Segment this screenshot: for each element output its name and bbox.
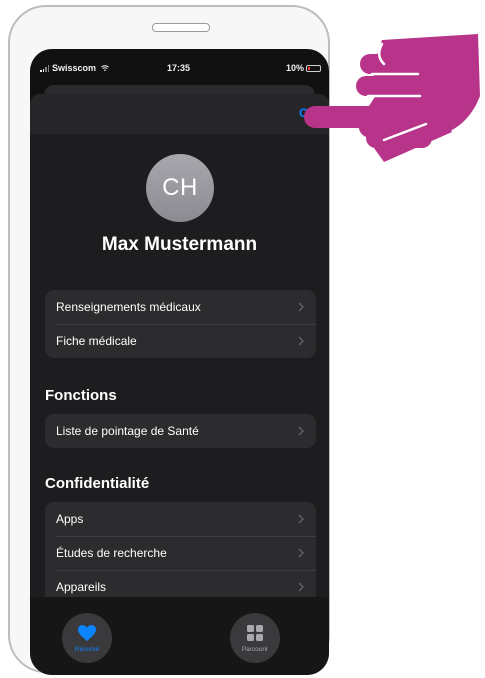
profile-sheet: OK CH Max Mustermann Renseignements médi… — [30, 94, 329, 654]
tutorial-illustration: Swisscom 17:35 10% OK CH Max Mustermann … — [0, 0, 485, 678]
chevron-right-icon — [298, 336, 305, 346]
carrier-info: Swisscom — [40, 63, 109, 73]
phone-speaker-notch — [152, 23, 210, 32]
wifi-icon — [101, 65, 109, 71]
battery-status: 10% — [286, 63, 321, 73]
section-title-confidentialite: Confidentialité — [45, 475, 150, 492]
chevron-right-icon — [298, 302, 305, 312]
phone-screen: Swisscom 17:35 10% OK CH Max Mustermann … — [30, 49, 329, 675]
tab-parcourir[interactable]: Parcourir — [230, 613, 280, 663]
battery-icon — [306, 64, 321, 72]
tab-bar: Résumé Parcourir — [30, 597, 329, 675]
grid-icon — [247, 625, 263, 641]
medical-group: Renseignements médicaux Fiche médicale — [45, 290, 316, 358]
battery-percent: 10% — [285, 63, 304, 73]
row-label: Études de recherche — [56, 546, 167, 560]
carrier-name: Swisscom — [52, 63, 97, 73]
signal-bars-icon — [40, 64, 49, 72]
chevron-right-icon — [298, 548, 305, 558]
chevron-right-icon — [298, 582, 305, 592]
row-label: Liste de pointage de Santé — [56, 424, 199, 438]
tab-label-resume: Résumé — [74, 646, 100, 653]
heart-icon — [78, 625, 96, 641]
row-renseignements-medicaux[interactable]: Renseignements médicaux — [45, 290, 316, 324]
chevron-right-icon — [298, 514, 305, 524]
row-etudes-recherche[interactable]: Études de recherche — [45, 536, 316, 570]
ok-button[interactable]: OK — [299, 106, 317, 120]
row-label: Appareils — [56, 580, 107, 594]
status-bar: Swisscom 17:35 10% — [30, 49, 329, 79]
functions-group: Liste de pointage de Santé — [45, 414, 316, 448]
status-time: 17:35 — [167, 63, 191, 73]
row-label: Renseignements médicaux — [56, 300, 201, 314]
row-apps[interactable]: Apps — [45, 502, 316, 536]
row-fiche-medicale[interactable]: Fiche médicale — [45, 324, 316, 358]
row-label: Apps — [56, 512, 84, 526]
chevron-right-icon — [298, 426, 305, 436]
row-liste-pointage-sante[interactable]: Liste de pointage de Santé — [45, 414, 316, 448]
row-label: Fiche médicale — [56, 334, 137, 348]
tab-resume[interactable]: Résumé — [62, 613, 112, 663]
tab-label-parcourir: Parcourir — [241, 646, 269, 653]
section-title-fonctions: Fonctions — [45, 387, 117, 404]
avatar-initials: CH — [162, 174, 198, 201]
profile-name: Max Mustermann — [101, 234, 258, 255]
avatar[interactable]: CH — [146, 154, 214, 222]
phone-frame: Swisscom 17:35 10% OK CH Max Mustermann … — [8, 5, 330, 675]
sheet-header: OK — [30, 94, 329, 134]
privacy-group: Apps Études de recherche Appareils — [45, 502, 316, 604]
